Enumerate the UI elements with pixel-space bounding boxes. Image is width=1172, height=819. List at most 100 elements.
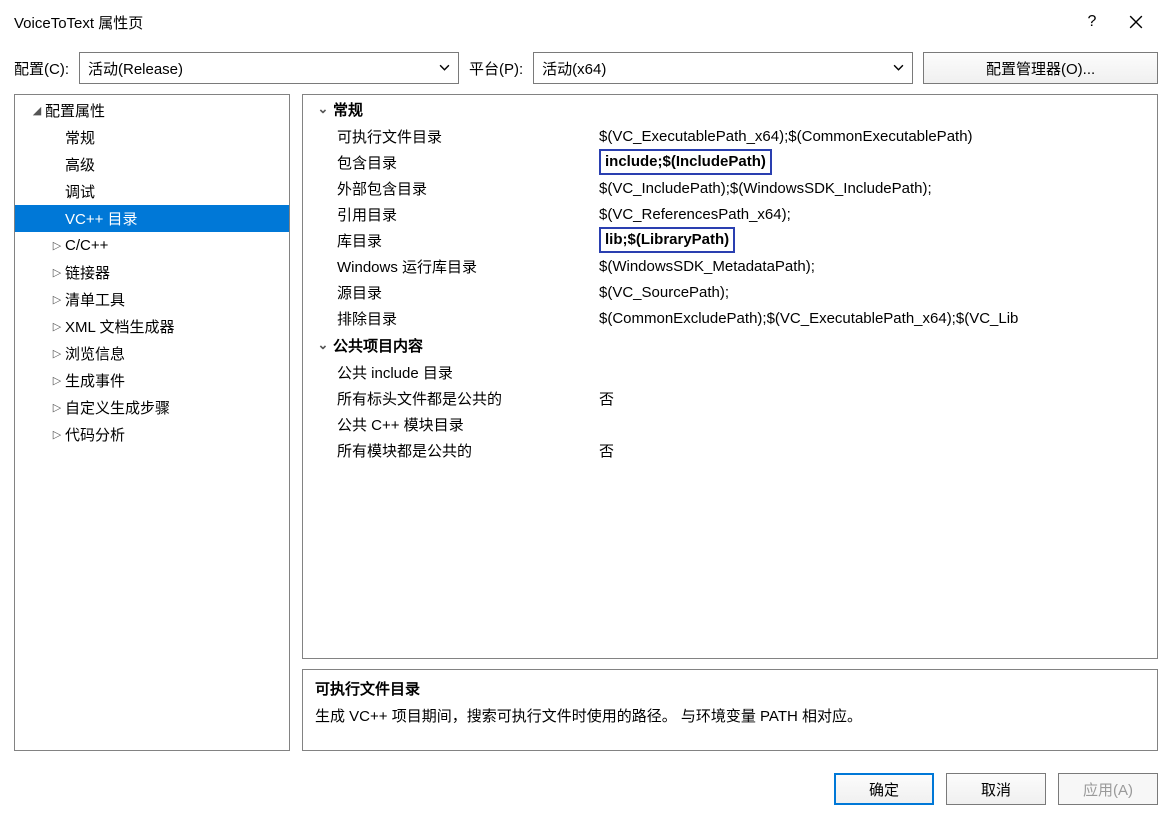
property-pages-dialog: VoiceToText 属性页 ? 配置(C): 活动(Release) 平台(…: [0, 0, 1172, 819]
property-row[interactable]: 库目录lib;$(LibraryPath): [303, 227, 1157, 253]
tree-root-label: 配置属性: [45, 100, 105, 121]
chevron-down-icon: ⌄: [313, 101, 333, 117]
tree-item[interactable]: ▷清单工具: [15, 286, 289, 313]
section-title: 公共项目内容: [333, 335, 423, 356]
property-name: 外部包含目录: [303, 178, 599, 199]
property-value[interactable]: $(VC_ExecutablePath_x64);$(CommonExecuta…: [599, 128, 1157, 145]
arrow-icon: ▷: [49, 374, 65, 387]
property-value[interactable]: lib;$(LibraryPath): [599, 227, 1157, 253]
property-row[interactable]: 所有标头文件都是公共的否: [303, 385, 1157, 411]
tree-item[interactable]: 高级: [15, 151, 289, 178]
property-row[interactable]: 公共 C++ 模块目录: [303, 411, 1157, 437]
property-value[interactable]: $(VC_ReferencesPath_x64);: [599, 206, 1157, 223]
property-name: 可执行文件目录: [303, 126, 599, 147]
property-row[interactable]: 源目录$(VC_SourcePath);: [303, 279, 1157, 305]
window-title: VoiceToText 属性页: [14, 12, 1070, 33]
tree-item[interactable]: ▷浏览信息: [15, 340, 289, 367]
property-name: 包含目录: [303, 152, 599, 173]
right-column: ⌄ 常规 可执行文件目录$(VC_ExecutablePath_x64);$(C…: [302, 94, 1158, 751]
highlighted-value: include;$(IncludePath): [599, 149, 772, 175]
ok-button[interactable]: 确定: [834, 773, 934, 805]
property-row[interactable]: 排除目录$(CommonExcludePath);$(VC_Executable…: [303, 305, 1157, 331]
tree-item-label: 代码分析: [65, 424, 125, 445]
body: ◢ 配置属性 常规高级调试VC++ 目录▷C/C++▷链接器▷清单工具▷XML …: [0, 94, 1172, 763]
property-value[interactable]: 否: [599, 388, 1157, 409]
property-name: Windows 运行库目录: [303, 256, 599, 277]
tree-item[interactable]: ▷生成事件: [15, 367, 289, 394]
property-name: 所有标头文件都是公共的: [303, 388, 599, 409]
config-manager-button[interactable]: 配置管理器(O)...: [923, 52, 1158, 84]
tree-item-label: 常规: [65, 127, 95, 148]
description-text: 生成 VC++ 项目期间，搜索可执行文件时使用的路径。 与环境变量 PATH 相…: [315, 705, 1145, 726]
tree-item[interactable]: ▷C/C++: [15, 232, 289, 259]
section-title: 常规: [333, 99, 363, 120]
description-title: 可执行文件目录: [315, 678, 1145, 699]
tree-item-label: VC++ 目录: [65, 208, 138, 229]
dialog-buttons: 确定 取消 应用(A): [0, 763, 1172, 819]
arrow-icon: ▷: [49, 266, 65, 279]
property-row[interactable]: 可执行文件目录$(VC_ExecutablePath_x64);$(Common…: [303, 123, 1157, 149]
property-name: 公共 include 目录: [303, 362, 599, 383]
tree-item[interactable]: ▷链接器: [15, 259, 289, 286]
property-value[interactable]: $(VC_SourcePath);: [599, 284, 1157, 301]
config-value: 活动(Release): [88, 58, 183, 79]
tree-item-label: 生成事件: [65, 370, 125, 391]
property-row[interactable]: 包含目录include;$(IncludePath): [303, 149, 1157, 175]
arrow-expanded-icon: ◢: [29, 104, 45, 117]
tree-item-label: 高级: [65, 154, 95, 175]
platform-label: 平台(P):: [469, 58, 523, 79]
tree-item-label: XML 文档生成器: [65, 316, 174, 337]
property-name: 源目录: [303, 282, 599, 303]
tree-item-label: C/C++: [65, 237, 108, 254]
property-value[interactable]: 否: [599, 440, 1157, 461]
help-icon[interactable]: ?: [1070, 2, 1114, 42]
property-value[interactable]: $(WindowsSDK_MetadataPath);: [599, 258, 1157, 275]
arrow-icon: ▷: [49, 347, 65, 360]
property-row[interactable]: 引用目录$(VC_ReferencesPath_x64);: [303, 201, 1157, 227]
description-panel: 可执行文件目录 生成 VC++ 项目期间，搜索可执行文件时使用的路径。 与环境变…: [302, 669, 1158, 751]
tree-view[interactable]: ◢ 配置属性 常规高级调试VC++ 目录▷C/C++▷链接器▷清单工具▷XML …: [14, 94, 290, 751]
property-name: 库目录: [303, 230, 599, 251]
tree-item[interactable]: ▷代码分析: [15, 421, 289, 448]
tree-root[interactable]: ◢ 配置属性: [15, 97, 289, 124]
tree-item[interactable]: 调试: [15, 178, 289, 205]
property-value[interactable]: include;$(IncludePath): [599, 149, 1157, 175]
titlebar: VoiceToText 属性页 ?: [0, 0, 1172, 44]
property-name: 引用目录: [303, 204, 599, 225]
arrow-icon: ▷: [49, 293, 65, 306]
arrow-icon: ▷: [49, 401, 65, 414]
platform-combo[interactable]: 活动(x64): [533, 52, 913, 84]
property-name: 排除目录: [303, 308, 599, 329]
config-combo[interactable]: 活动(Release): [79, 52, 459, 84]
property-row[interactable]: 所有模块都是公共的否: [303, 437, 1157, 463]
property-row[interactable]: 公共 include 目录: [303, 359, 1157, 385]
arrow-icon: ▷: [49, 239, 65, 252]
config-label: 配置(C):: [14, 58, 69, 79]
property-row[interactable]: 外部包含目录$(VC_IncludePath);$(WindowsSDK_Inc…: [303, 175, 1157, 201]
property-grid[interactable]: ⌄ 常规 可执行文件目录$(VC_ExecutablePath_x64);$(C…: [302, 94, 1158, 659]
tree-item-label: 链接器: [65, 262, 110, 283]
tree-item[interactable]: ▷XML 文档生成器: [15, 313, 289, 340]
property-name: 所有模块都是公共的: [303, 440, 599, 461]
chevron-down-icon: [439, 60, 450, 77]
tree-item[interactable]: VC++ 目录: [15, 205, 289, 232]
tree-item[interactable]: 常规: [15, 124, 289, 151]
arrow-icon: ▷: [49, 320, 65, 333]
tree-item-label: 自定义生成步骤: [65, 397, 170, 418]
section-header-public[interactable]: ⌄ 公共项目内容: [303, 331, 1157, 359]
apply-button[interactable]: 应用(A): [1058, 773, 1158, 805]
chevron-down-icon: [893, 60, 904, 77]
tree-item-label: 调试: [65, 181, 95, 202]
section-header-general[interactable]: ⌄ 常规: [303, 95, 1157, 123]
cancel-button[interactable]: 取消: [946, 773, 1046, 805]
tree-item-label: 清单工具: [65, 289, 125, 310]
tree-item[interactable]: ▷自定义生成步骤: [15, 394, 289, 421]
highlighted-value: lib;$(LibraryPath): [599, 227, 735, 253]
close-icon[interactable]: [1114, 2, 1158, 42]
property-row[interactable]: Windows 运行库目录$(WindowsSDK_MetadataPath);: [303, 253, 1157, 279]
property-name: 公共 C++ 模块目录: [303, 414, 599, 435]
chevron-down-icon: ⌄: [313, 337, 333, 353]
top-toolbar: 配置(C): 活动(Release) 平台(P): 活动(x64) 配置管理器(…: [0, 44, 1172, 94]
property-value[interactable]: $(VC_IncludePath);$(WindowsSDK_IncludePa…: [599, 180, 1157, 197]
property-value[interactable]: $(CommonExcludePath);$(VC_ExecutablePath…: [599, 310, 1157, 327]
